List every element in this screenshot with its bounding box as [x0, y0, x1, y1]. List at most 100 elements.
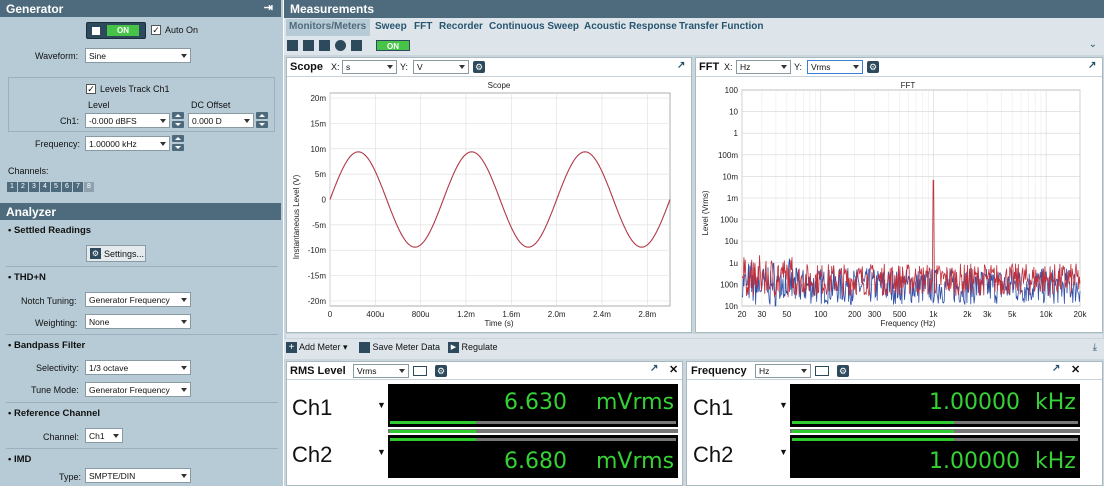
chart-icon[interactable]	[351, 40, 362, 51]
scope-settings-gear-icon[interactable]: ⚙	[473, 61, 485, 73]
scope-title: Scope	[290, 61, 324, 73]
dc-offset-input[interactable]: 0.000 D	[188, 113, 254, 128]
rms-close-icon[interactable]: ✕	[669, 363, 678, 376]
waveform-view-icon[interactable]	[303, 40, 314, 51]
rms-ch2-display: 6.680 mVrms	[388, 435, 678, 478]
rms-ch1-name: Ch1	[292, 395, 333, 420]
tab-continuous-sweep[interactable]: Continuous Sweep	[489, 21, 579, 32]
frequency-input[interactable]: 1.00000 kHz	[85, 136, 170, 151]
rms-ch1-bar	[390, 421, 476, 424]
fft-y-unit-select[interactable]: Vrms	[807, 60, 863, 74]
scope-y-tick-label: 0	[322, 196, 327, 205]
freq-ch1-unit: kHz	[1035, 390, 1076, 415]
scope-popout-icon[interactable]: ↗	[677, 60, 685, 71]
levels-track-label: Levels Track Ch1	[100, 84, 170, 94]
rms-popout-icon[interactable]: ↗	[650, 363, 658, 374]
waveform-select[interactable]: Sine	[85, 48, 191, 63]
freq-ch1-dropdown-icon[interactable]: ▼	[779, 400, 788, 410]
scope-y-tick-label: -5m	[312, 221, 326, 230]
scope-x-unit-select[interactable]: s	[342, 60, 397, 74]
dc-offset-stepper[interactable]	[256, 112, 268, 128]
tab-fft[interactable]: FFT	[414, 21, 432, 32]
channel-label: Channel:	[43, 432, 80, 442]
fft-x-tick-label: 30	[757, 310, 766, 319]
reference-channel-heading: • Reference Channel	[8, 408, 101, 419]
save-meter-data-button[interactable]: Save Meter Data	[359, 342, 440, 354]
frequency-popout-icon[interactable]: ↗	[1052, 363, 1060, 374]
collapse-pane-icon[interactable]: ⇥	[264, 1, 273, 15]
fft-y-tick-label: 100n	[720, 280, 738, 289]
meter-display-icon[interactable]	[815, 366, 829, 376]
reference-channel-select[interactable]: Ch1	[85, 428, 123, 443]
freq-ch2-dropdown-icon[interactable]: ▼	[779, 447, 788, 457]
clock-icon[interactable]	[335, 40, 346, 51]
imd-type-label: Type:	[59, 472, 82, 482]
meter-display-icon[interactable]	[413, 366, 427, 376]
selectivity-select[interactable]: 1/3 octave	[85, 360, 191, 375]
rms-meter-title: RMS Level	[290, 365, 346, 377]
tab-transfer-function[interactable]: Transfer Function	[679, 21, 763, 32]
fft-graph-title: FFT	[901, 81, 916, 90]
imd-heading: • IMD	[8, 454, 32, 465]
fft-graph: FFT Level (Vrms) Frequency (Hz) 100 10 1 10…	[701, 81, 1087, 328]
scope-y-tick-label: 15m	[310, 119, 326, 128]
tune-mode-label: Tune Mode:	[31, 385, 79, 395]
scope-x-tick-label: 2.8m	[638, 310, 656, 319]
imd-type-select[interactable]: SMPTE/DIN	[85, 468, 191, 483]
add-meter-button[interactable]: + Add Meter ▾	[286, 342, 348, 354]
generator-on-toggle[interactable]: ON	[86, 22, 146, 39]
pin-icon[interactable]: ⌄	[1089, 39, 1097, 50]
scope-panel-header: Scope X: s Y: V ⚙ ↗	[287, 58, 691, 77]
tab-monitors-meters[interactable]: Monitors/Meters	[289, 21, 366, 32]
levels-track-checkbox[interactable]: ✓	[86, 84, 96, 94]
rms-ch1-dropdown-icon[interactable]: ▼	[377, 400, 386, 410]
tune-mode-select[interactable]: Generator Frequency	[85, 382, 191, 397]
rms-ch2-dropdown-icon[interactable]: ▼	[377, 447, 386, 457]
weighting-select[interactable]: None	[85, 314, 191, 329]
tab-acoustic-response[interactable]: Acoustic Response	[584, 21, 677, 32]
scope-y-tick-label: 10m	[310, 145, 326, 154]
notch-tuning-select[interactable]: Generator Frequency	[85, 292, 191, 307]
ch1-level-input[interactable]: -0.000 dBFS	[85, 113, 170, 128]
bandpass-heading: • Bandpass Filter	[8, 340, 86, 351]
ch1-level-stepper[interactable]	[172, 112, 184, 128]
monitor-on-toggle[interactable]: ON	[376, 40, 410, 51]
channel-button-4[interactable]: 4	[40, 182, 50, 192]
monitor-layout-icon[interactable]	[287, 40, 298, 51]
fft-popout-icon[interactable]: ↗	[1088, 60, 1096, 71]
scope-y-unit-select[interactable]: V	[413, 60, 469, 74]
channel-button-5[interactable]: 5	[51, 182, 61, 192]
fft-y-tick-label: 100	[725, 86, 739, 95]
channel-button-1[interactable]: 1	[7, 182, 17, 192]
freq-ch2-bar	[792, 438, 954, 441]
settings-button[interactable]: ⚙ Settings...	[86, 245, 146, 262]
fft-x-unit-select[interactable]: Hz	[736, 60, 791, 74]
play-icon: ▶	[448, 342, 459, 354]
channel-button-8[interactable]: 8	[84, 182, 94, 192]
tab-recorder[interactable]: Recorder	[439, 21, 483, 32]
frequency-unit-select[interactable]: Hz	[755, 364, 811, 378]
channel-button-3[interactable]: 3	[29, 182, 39, 192]
fft-y-tick-label: 100u	[720, 216, 738, 225]
fft-panel-header: FFT X: Hz Y: Vrms ⚙ ↗	[696, 58, 1102, 77]
frequency-close-icon[interactable]: ✕	[1071, 363, 1080, 376]
regulate-button[interactable]: ▶ Regulate	[448, 342, 498, 354]
channel-button-7[interactable]: 7	[73, 182, 83, 192]
scope-x-tick-label: 1.2m	[457, 310, 475, 319]
rms-ch2-unit: mVrms	[596, 449, 675, 474]
frequency-stepper[interactable]	[172, 135, 184, 151]
scope-y-label: Y:	[400, 62, 409, 72]
rms-settings-gear-icon[interactable]: ⚙	[435, 365, 447, 377]
channel-button-6[interactable]: 6	[62, 182, 72, 192]
pin-icon[interactable]: ⤓	[1093, 342, 1097, 353]
scope-x-label: X:	[331, 62, 340, 72]
rms-unit-select[interactable]: Vrms	[353, 364, 409, 378]
fft-settings-gear-icon[interactable]: ⚙	[867, 61, 879, 73]
spectrum-view-icon[interactable]	[319, 40, 330, 51]
splitter-handle[interactable]	[286, 334, 1103, 338]
tab-sweep[interactable]: Sweep	[375, 21, 407, 32]
frequency-settings-gear-icon[interactable]: ⚙	[837, 365, 849, 377]
separator	[6, 402, 278, 403]
channel-button-2[interactable]: 2	[18, 182, 28, 192]
auto-on-checkbox[interactable]: ✓	[151, 25, 161, 35]
